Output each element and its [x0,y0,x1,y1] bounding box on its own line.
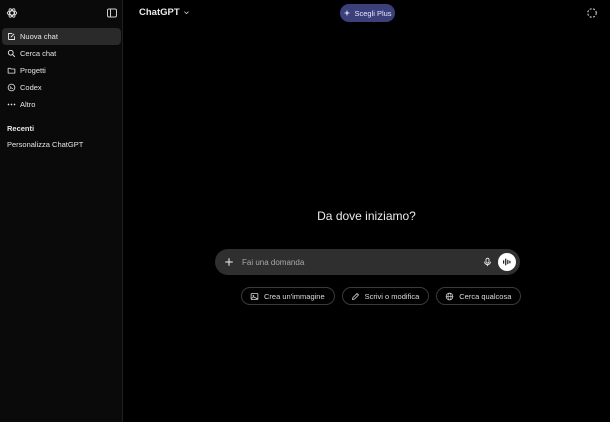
suggestion-label: Crea un'immagine [264,291,325,301]
image-icon [250,292,259,301]
sidebar-toggle-icon[interactable] [106,7,118,19]
sidebar-item-label: Cerca chat [20,49,57,58]
sidebar-item-label: Codex [20,83,42,92]
suggestion-label: Cerca qualcosa [459,291,512,301]
sidebar-item-projects[interactable]: Progetti [2,62,121,79]
prompt-composer [215,249,520,275]
sidebar-item-codex[interactable]: Codex [2,79,121,96]
new-chat-icon [7,32,16,41]
voice-mode-button[interactable] [498,253,516,271]
sidebar-item-new-chat[interactable]: Nuova chat [2,28,121,45]
sparkle-icon [344,9,351,17]
openai-logo-icon[interactable] [6,7,18,19]
sidebar-item-label: Nuova chat [20,32,58,41]
app-window: Nuova chat Cerca chat Progetti Codex Alt… [0,0,610,422]
suggestion-search[interactable]: Cerca qualcosa [436,287,522,305]
sidebar-header [0,0,122,26]
search-icon [7,49,16,58]
pen-icon [351,292,360,301]
sidebar-item-label: Altro [20,100,36,109]
model-label: ChatGPT [139,7,180,18]
suggestion-chips: Crea un'immagine Scrivi o modifica Cerca… [241,287,528,305]
plus-icon[interactable] [224,257,234,267]
main-area: ChatGPT Scegli Plus Da dove iniziamo? Fa… [123,0,610,422]
suggestion-write-edit[interactable]: Scrivi o modifica [341,287,430,305]
sidebar: Nuova chat Cerca chat Progetti Codex Alt… [0,0,123,422]
greeting-heading: Da dove iniziamo? [317,209,416,223]
suggestion-create-image[interactable]: Crea un'immagine [241,287,335,305]
prompt-input[interactable] [240,254,475,270]
more-icon [7,100,16,109]
recent-chat-label: Personalizza ChatGPT [7,140,84,149]
sidebar-item-search-chat[interactable]: Cerca chat [2,45,121,62]
sidebar-item-more[interactable]: Altro [2,96,121,113]
recent-chat-item[interactable]: Personalizza ChatGPT [2,136,121,153]
folder-icon [7,66,16,75]
model-selector[interactable]: ChatGPT [139,7,190,18]
codex-icon [7,83,16,92]
upgrade-label: Scegli Plus [354,8,392,18]
upgrade-plus-button[interactable]: Scegli Plus [340,4,395,22]
chevron-down-icon [183,11,189,15]
globe-icon [445,292,454,301]
suggestion-label: Scrivi o modifica [364,291,420,301]
temporary-chat-icon[interactable] [586,7,598,19]
microphone-icon[interactable] [483,257,492,267]
waveform-icon [503,258,511,266]
sidebar-nav: Nuova chat Cerca chat Progetti Codex Alt… [2,28,121,113]
sidebar-item-label: Progetti [20,66,46,75]
recents-heading: Recenti [7,124,35,133]
